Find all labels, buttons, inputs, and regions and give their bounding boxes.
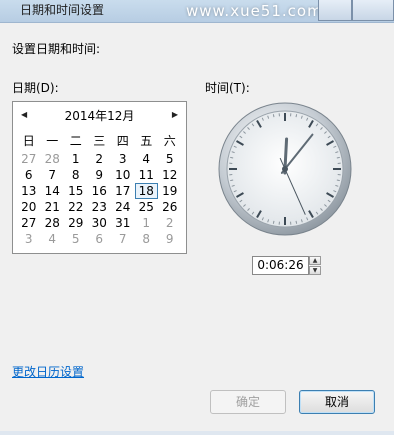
heading: 设置日期和时间: xyxy=(12,42,101,56)
calendar-day-selected[interactable]: 18 xyxy=(134,183,158,199)
clock-minute-tick xyxy=(230,179,234,182)
clock-minute-tick xyxy=(295,220,298,224)
calendar-week-row: 6 7 8 9 10 11 12 xyxy=(17,167,182,183)
calendar-week-row: 13 14 15 16 17 18 19 xyxy=(17,183,182,199)
minimize-button[interactable] xyxy=(318,0,352,21)
calendar-day[interactable]: 30 xyxy=(88,215,112,231)
calendar-day[interactable]: 4 xyxy=(41,231,65,247)
weekday-label: 日 xyxy=(22,134,35,148)
weekday-label: 六 xyxy=(163,134,176,148)
calendar-day[interactable]: 1 xyxy=(135,215,159,231)
clock-minute-tick xyxy=(336,179,340,182)
calendar-week-row: 20 21 22 23 24 25 26 xyxy=(17,199,182,215)
calendar-day[interactable]: 13 xyxy=(17,183,41,199)
calendar[interactable]: ◀ 2014年12月 ▶ 日一二三四五六 27 28 1 2 3 4 5 6 7 8 9 10 11 12 1… xyxy=(12,101,187,254)
calendar-day[interactable]: 9 xyxy=(158,231,182,247)
weekday-label: 三 xyxy=(93,134,106,148)
calendar-day[interactable]: 29 xyxy=(64,215,88,231)
calendar-day[interactable]: 16 xyxy=(88,183,112,199)
month-label[interactable]: 2014年12月 xyxy=(13,107,186,124)
calendar-day[interactable]: 10 xyxy=(111,167,135,183)
weekday-label: 五 xyxy=(140,134,153,148)
calendar-day[interactable]: 25 xyxy=(135,199,159,215)
time-input[interactable]: 0:06:26 xyxy=(252,256,309,275)
calendar-day[interactable]: 5 xyxy=(64,231,88,247)
calendar-day[interactable]: 5 xyxy=(158,151,182,167)
clock-minute-tick xyxy=(272,220,275,224)
weekday-header: 日一二三四五六 xyxy=(17,133,182,149)
clock-minute-tick xyxy=(336,156,340,159)
calendar-day[interactable]: 20 xyxy=(17,199,41,215)
calendar-grid: 日一二三四五六 27 28 1 2 3 4 5 6 7 8 9 10 11 12 13 14 15 16 17 18 19… xyxy=(17,133,182,247)
change-calendar-settings-link[interactable]: 更改日历设置 xyxy=(12,363,84,380)
window-title: 日期和时间设置 xyxy=(20,3,105,17)
cancel-button[interactable]: 取消 xyxy=(299,390,375,414)
calendar-day[interactable]: 23 xyxy=(88,199,112,215)
calendar-day[interactable]: 7 xyxy=(41,167,65,183)
calendar-day[interactable]: 6 xyxy=(88,231,112,247)
calendar-day[interactable]: 28 xyxy=(41,151,65,167)
weekday-label: 二 xyxy=(69,134,82,148)
clock-minute-tick xyxy=(230,156,234,159)
weekday-label: 四 xyxy=(116,134,129,148)
ok-button[interactable]: 确定 xyxy=(210,390,286,414)
watermark: www.xue51.com xyxy=(186,2,323,20)
calendar-day[interactable]: 8 xyxy=(135,231,159,247)
calendar-day[interactable]: 11 xyxy=(135,167,159,183)
calendar-day[interactable]: 1 xyxy=(64,151,88,167)
calendar-day[interactable]: 2 xyxy=(158,215,182,231)
calendar-day[interactable]: 27 xyxy=(17,215,41,231)
calendar-day[interactable]: 28 xyxy=(41,215,65,231)
calendar-day[interactable]: 24 xyxy=(111,199,135,215)
calendar-day[interactable]: 26 xyxy=(158,199,182,215)
analog-clock xyxy=(218,102,352,236)
calendar-week-row: 27 28 29 30 31 1 2 xyxy=(17,215,182,231)
close-button[interactable] xyxy=(352,0,394,21)
calendar-day[interactable]: 27 xyxy=(17,151,41,167)
clock-minute-tick xyxy=(295,114,298,118)
spin-up-icon[interactable]: ▲ xyxy=(309,256,321,265)
calendar-day[interactable]: 4 xyxy=(135,151,159,167)
calendar-day[interactable]: 6 xyxy=(17,167,41,183)
calendar-day[interactable]: 17 xyxy=(111,183,135,199)
calendar-week-row: 27 28 1 2 3 4 5 xyxy=(17,151,182,167)
calendar-day[interactable]: 8 xyxy=(64,167,88,183)
calendar-day[interactable]: 9 xyxy=(88,167,112,183)
window-bottom-edge xyxy=(0,431,394,435)
time-spinner[interactable]: ▲ ▼ xyxy=(309,256,321,275)
calendar-day[interactable]: 3 xyxy=(111,151,135,167)
calendar-day[interactable]: 12 xyxy=(158,167,182,183)
next-month-icon[interactable]: ▶ xyxy=(172,110,178,119)
calendar-day[interactable]: 31 xyxy=(111,215,135,231)
calendar-week-row: 3456789 xyxy=(17,231,182,247)
title-bar: 日期和时间设置 www.xue51.com xyxy=(0,0,394,23)
calendar-day[interactable]: 14 xyxy=(41,183,65,199)
calendar-day[interactable]: 3 xyxy=(17,231,41,247)
calendar-day[interactable]: 15 xyxy=(64,183,88,199)
clock-minute-tick xyxy=(272,114,275,118)
calendar-day[interactable]: 22 xyxy=(64,199,88,215)
spin-down-icon[interactable]: ▼ xyxy=(309,266,321,275)
time-label: 时间(T): xyxy=(205,81,250,95)
weekday-label: 一 xyxy=(46,134,59,148)
calendar-day[interactable]: 19 xyxy=(158,183,182,199)
calendar-day[interactable]: 2 xyxy=(88,151,112,167)
calendar-day[interactable]: 7 xyxy=(111,231,135,247)
date-label: 日期(D): xyxy=(12,81,59,95)
calendar-day[interactable]: 21 xyxy=(41,199,65,215)
